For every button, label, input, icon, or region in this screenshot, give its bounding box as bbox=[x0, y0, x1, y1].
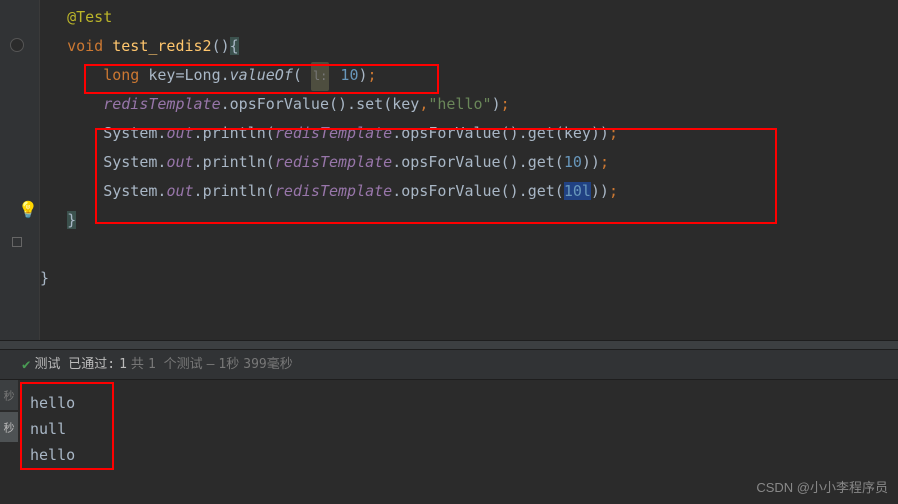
param-hint: l: bbox=[311, 62, 329, 91]
code-editor[interactable]: 💡 @Test void test_redis2(){ long key=Lon… bbox=[0, 0, 898, 340]
number-literal: 10 bbox=[564, 153, 582, 171]
class-long: Long bbox=[185, 66, 221, 84]
annotation: @Test bbox=[67, 8, 112, 26]
status-unit: 共 bbox=[131, 350, 144, 380]
string-literal: "hello" bbox=[428, 95, 491, 113]
test-status-bar: ✔ 测试 已通过: 1共 1 个测试 – 1秒 399毫秒 bbox=[0, 350, 898, 380]
method-call: opsForValue bbox=[401, 182, 500, 200]
output-line: hello bbox=[30, 390, 898, 416]
gutter-marker bbox=[12, 237, 22, 247]
method-get: get bbox=[528, 153, 555, 171]
console-output[interactable]: hello null hello bbox=[0, 380, 898, 468]
status-time2: 399毫秒 bbox=[243, 350, 292, 380]
method-valueof: valueOf bbox=[230, 66, 293, 84]
method-get: get bbox=[528, 182, 555, 200]
status-prefix: 测试 已通过: bbox=[34, 350, 115, 380]
method-call: opsForValue bbox=[401, 153, 500, 171]
pane-separator[interactable] bbox=[0, 340, 898, 350]
method-name: test_redis2 bbox=[112, 37, 211, 55]
number-literal: 10 bbox=[340, 66, 358, 84]
code-content: @Test void test_redis2(){ long key=Long.… bbox=[40, 0, 898, 293]
method-println: println bbox=[203, 182, 266, 200]
method-call: opsForValue bbox=[230, 95, 329, 113]
watermark: CSDN @小小李程序员 bbox=[756, 477, 888, 496]
field: redisTemplate bbox=[275, 182, 392, 200]
status-count: 1 bbox=[119, 350, 127, 380]
number-literal-selected: 10l bbox=[564, 182, 591, 200]
method-call: opsForValue bbox=[401, 124, 500, 142]
field-out: out bbox=[166, 182, 193, 200]
console-tab[interactable]: 秒 bbox=[0, 380, 18, 410]
field: redisTemplate bbox=[103, 95, 220, 113]
gutter-marker bbox=[10, 38, 24, 52]
keyword-void: void bbox=[67, 37, 103, 55]
class-system: System bbox=[103, 153, 157, 171]
check-icon: ✔ bbox=[22, 350, 30, 380]
field-out: out bbox=[166, 153, 193, 171]
class-system: System bbox=[103, 124, 157, 142]
console-tab-active[interactable]: 秒 bbox=[0, 412, 18, 442]
method-get: get bbox=[528, 124, 555, 142]
method-println: println bbox=[203, 124, 266, 142]
method-call: set bbox=[356, 95, 383, 113]
arg: key bbox=[392, 95, 419, 113]
status-time1: 1秒 bbox=[218, 350, 239, 380]
gutter: 💡 bbox=[0, 0, 40, 340]
status-dash: – bbox=[207, 350, 215, 380]
field-out: out bbox=[166, 124, 193, 142]
output-line: hello bbox=[30, 442, 898, 468]
arg: key bbox=[564, 124, 591, 142]
status-total: 1 个测试 bbox=[148, 350, 203, 380]
field: redisTemplate bbox=[275, 124, 392, 142]
keyword-long: long bbox=[103, 66, 139, 84]
method-println: println bbox=[203, 153, 266, 171]
lightbulb-icon[interactable]: 💡 bbox=[18, 200, 38, 219]
class-system: System bbox=[103, 182, 157, 200]
output-line: null bbox=[30, 416, 898, 442]
variable: key bbox=[148, 66, 175, 84]
field: redisTemplate bbox=[275, 153, 392, 171]
